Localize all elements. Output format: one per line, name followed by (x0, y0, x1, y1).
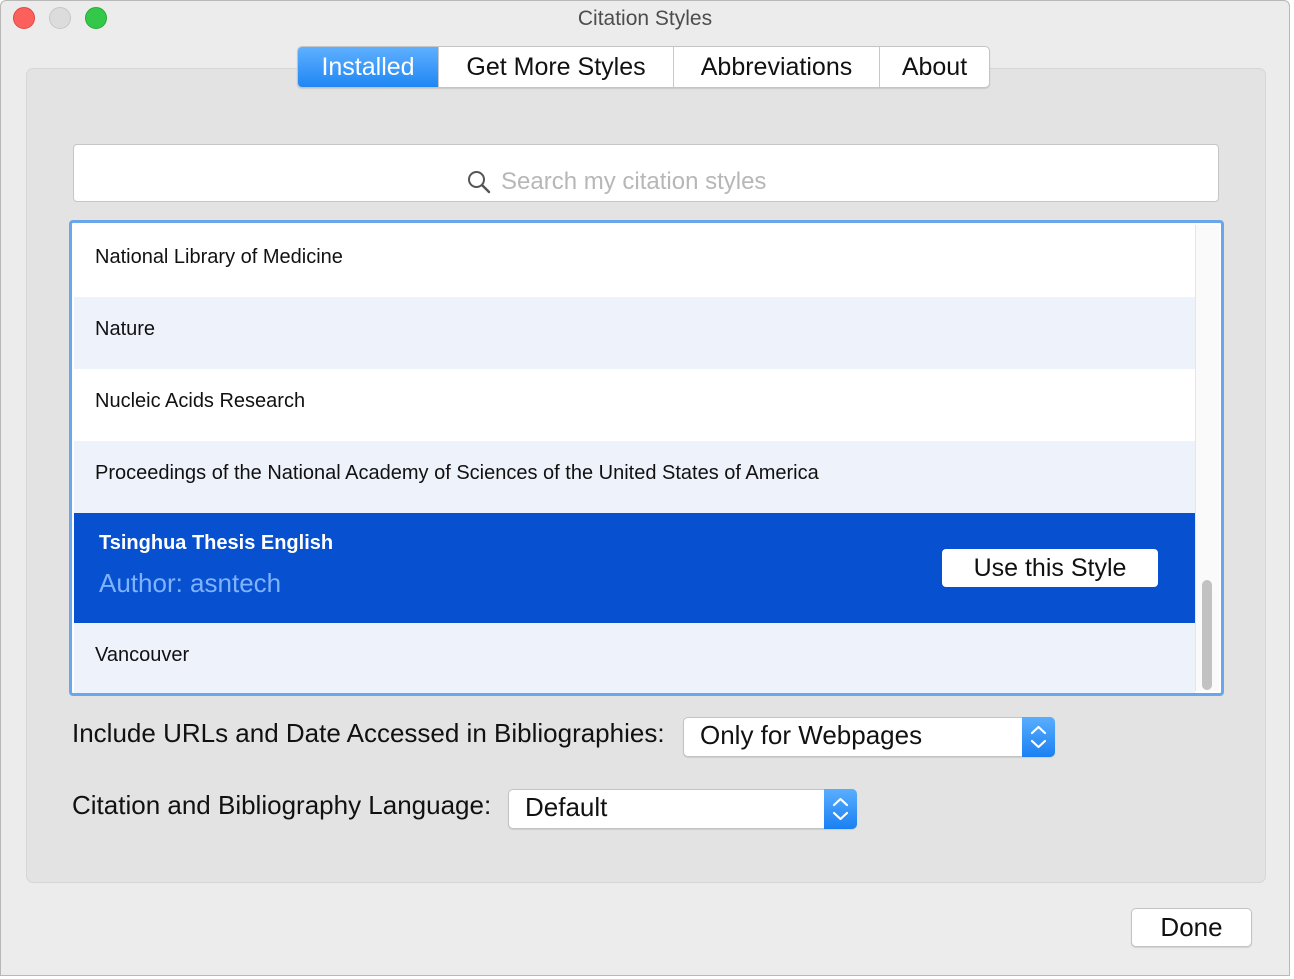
list-item-selected[interactable]: Tsinghua Thesis English Author: asntech … (74, 513, 1195, 623)
window-title: Citation Styles (577, 7, 713, 30)
tab-abbreviations[interactable]: Abbreviations (674, 47, 880, 87)
language-popup[interactable]: Default (508, 789, 857, 829)
scrollbar-thumb[interactable] (1202, 580, 1212, 690)
citation-styles-list[interactable]: National Library of Medicine Nature Nucl… (69, 220, 1224, 696)
tab-bar: Installed Get More Styles Abbreviations … (297, 46, 990, 88)
title-bar: Citation Styles (1, 1, 1289, 37)
use-this-style-button[interactable]: Use this Style (942, 549, 1158, 587)
language-value: Default (525, 792, 608, 822)
include-urls-label: Include URLs and Date Accessed in Biblio… (72, 718, 665, 748)
done-button[interactable]: Done (1131, 908, 1252, 947)
search-input[interactable] (501, 167, 1101, 197)
list-item[interactable]: National Library of Medicine (74, 225, 1195, 297)
style-author: Author: asntech (99, 568, 282, 598)
search-icon (468, 171, 491, 194)
list-item[interactable]: Vancouver (74, 623, 1195, 693)
list-item[interactable]: Nature (74, 297, 1195, 369)
citation-styles-window: Citation Styles Installed Get More Style… (0, 0, 1290, 976)
list-item[interactable]: Proceedings of the National Academy of S… (74, 441, 1195, 513)
list-rows: National Library of Medicine Nature Nucl… (74, 225, 1195, 693)
list-item[interactable]: Nucleic Acids Research (74, 369, 1195, 441)
list-scrollbar[interactable] (1195, 225, 1219, 691)
tab-about[interactable]: About (880, 47, 989, 87)
chevron-updown-icon (824, 789, 857, 829)
tab-installed[interactable]: Installed (298, 47, 439, 87)
include-urls-popup[interactable]: Only for Webpages (683, 717, 1055, 757)
style-name: Tsinghua Thesis English (99, 532, 334, 554)
tab-get-more-styles[interactable]: Get More Styles (439, 47, 674, 87)
search-field[interactable] (73, 144, 1219, 202)
language-label: Citation and Bibliography Language: (72, 790, 492, 820)
include-urls-value: Only for Webpages (700, 720, 923, 750)
chevron-updown-icon (1022, 717, 1055, 757)
